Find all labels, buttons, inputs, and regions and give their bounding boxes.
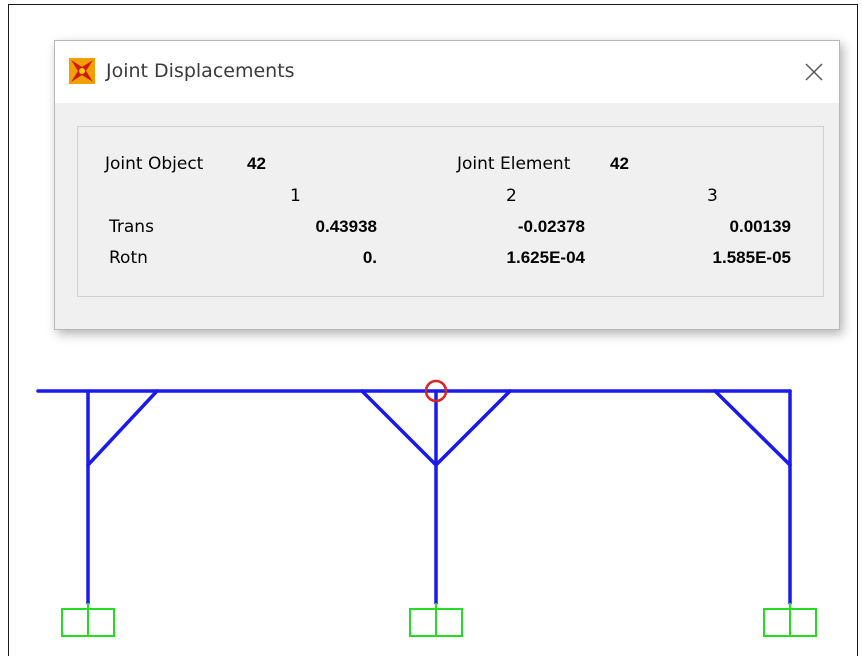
fixed-support-icon <box>61 603 115 637</box>
joint-element-label: Joint Element <box>457 154 571 174</box>
column-header-2: 2 <box>506 186 517 206</box>
trans-value-2: -0.02378 <box>517 217 585 236</box>
dialog-title: Joint Displacements <box>106 60 295 82</box>
displacement-group <box>77 126 824 297</box>
sap2000-app-icon <box>69 58 95 84</box>
close-icon <box>805 63 823 81</box>
rotn-value-2: 1.625E-04 <box>506 248 585 267</box>
fixed-support-icon <box>409 603 463 637</box>
column-header-1: 1 <box>290 186 301 206</box>
joint-object-value: 42 <box>247 154 266 173</box>
joint-object-label: Joint Object <box>105 154 204 174</box>
fixed-support-icon <box>763 603 817 637</box>
frame-brace-right <box>713 389 792 467</box>
rotn-value-3: 1.585E-05 <box>712 248 791 267</box>
column-header-3: 3 <box>707 186 718 206</box>
row-label-trans: Trans <box>109 217 154 237</box>
close-button[interactable] <box>789 41 839 103</box>
frame-brace-center-right <box>434 389 512 467</box>
rotn-value-1: 0. <box>362 248 377 267</box>
row-label-rotn: Rotn <box>109 248 148 268</box>
frame-brace-left <box>86 389 159 467</box>
joint-displacements-dialog: Joint Displacements Joint Object 42 Join… <box>54 40 840 330</box>
trans-value-1: 0.43938 <box>315 217 377 236</box>
joint-element-value: 42 <box>610 154 629 173</box>
dialog-titlebar[interactable]: Joint Displacements <box>55 41 839 103</box>
frame-brace-center-left <box>360 389 438 467</box>
trans-value-3: 0.00139 <box>729 217 791 236</box>
